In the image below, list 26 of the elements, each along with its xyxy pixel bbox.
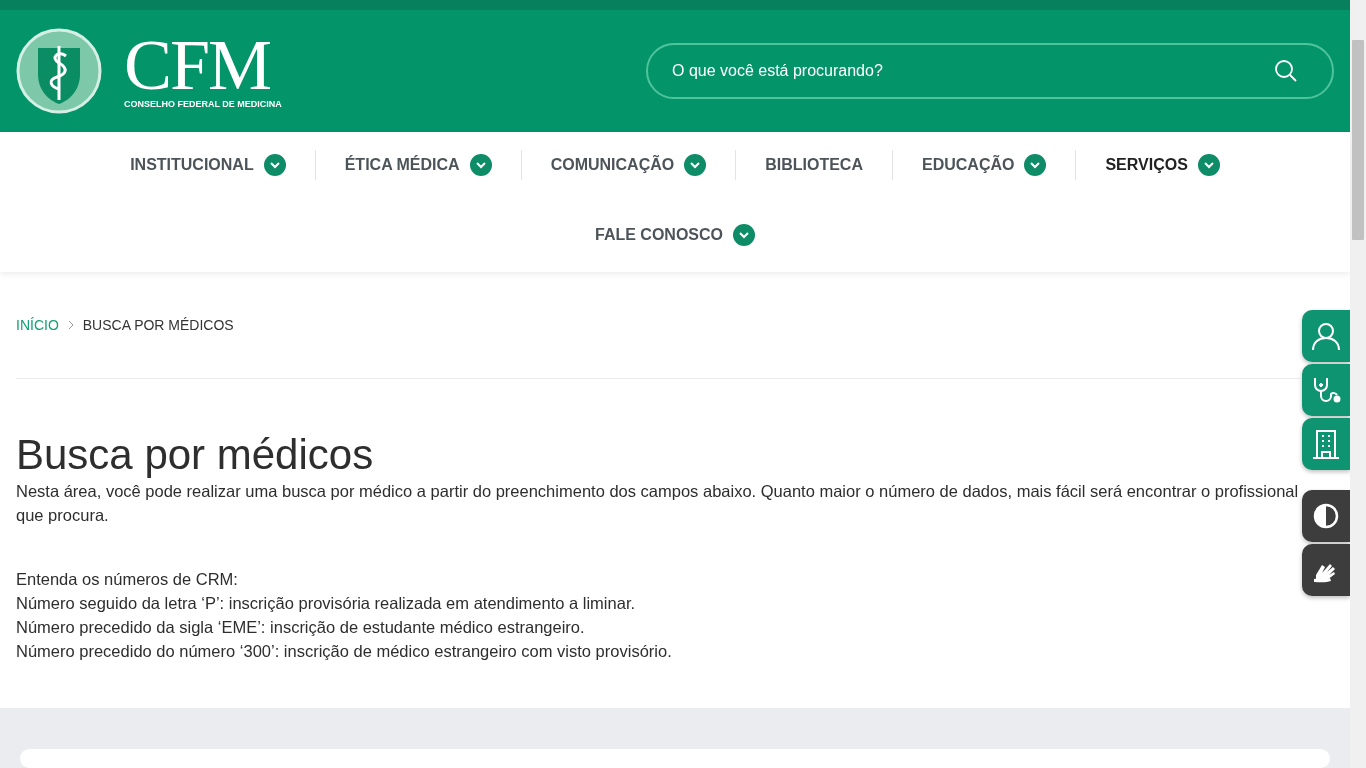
caduceus-logo-icon [16, 27, 102, 114]
contrast-icon [1313, 503, 1339, 529]
logo-title: CFM [124, 32, 271, 97]
crm-note: Entenda os números de CRM: [16, 568, 239, 590]
search-icon[interactable] [1274, 58, 1298, 83]
nav-menu-item[interactable]: SERVIÇOS [1105, 153, 1220, 176]
intro-paragraph: Nesta área, você pode realizar uma busca por médico a partir do preenchimento dos campos abaixo. Quanto maior o número de dados, mais fácil será encontrar o profissional que procura. [16, 480, 1300, 526]
nav-menu-item[interactable]: INSTITUCIONAL [130, 153, 286, 176]
scrollbar-thumb[interactable] [1352, 40, 1364, 240]
page-title: Busca por médicos [16, 430, 375, 479]
nav-menu-item[interactable]: FALE CONOSCO [595, 223, 755, 246]
nav-menu-item[interactable]: BIBLIOTECA [765, 155, 863, 174]
nav-menu-item[interactable]: EDUCAÇÃO [922, 153, 1047, 176]
nav-menu-item[interactable]: COMUNICAÇÃO [550, 153, 707, 176]
building-icon [1311, 428, 1341, 460]
crm-note: Número precedido da sigla ‘EME’: inscrição de estudante médico estrangeiro. [16, 616, 586, 638]
search-field[interactable]: O que você está procurando? [646, 42, 1334, 99]
chevron-right-icon [66, 319, 75, 330]
logo-subtitle: CONSELHO FEDERAL DE MEDICINA [124, 98, 282, 109]
crm-note: Número seguido da letra ‘P’: inscrição provisória realizada em atendimento a liminar. [16, 592, 637, 614]
side-tool-button[interactable] [1302, 490, 1350, 542]
person-icon [1310, 320, 1342, 352]
side-tool-button[interactable] [1302, 544, 1350, 596]
nav-menu-item[interactable]: ÉTICA MÉDICA [344, 153, 492, 176]
breadcrumb-current: BUSCA POR MÉDICOS [82, 316, 234, 333]
crm-note: Número precedido do número ‘300’: inscrição de médico estrangeiro com visto provisório. [16, 640, 673, 662]
